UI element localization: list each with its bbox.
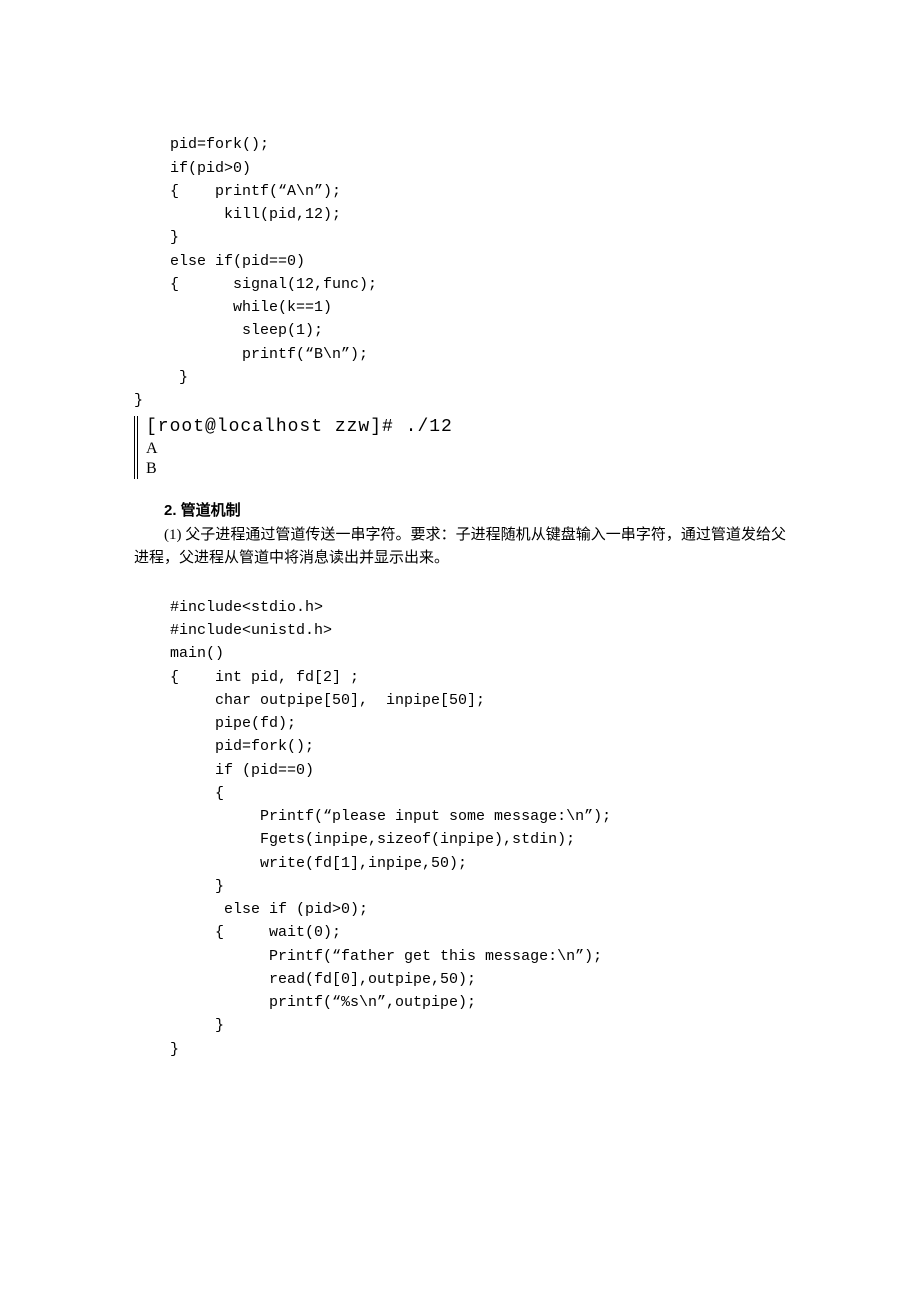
code-line: { printf(“A\n”);	[134, 183, 341, 200]
code-line: kill(pid,12);	[134, 206, 341, 223]
code-line: }	[134, 369, 188, 386]
document-page: pid=fork(); if(pid>0) { printf(“A\n”); k…	[0, 0, 920, 1261]
code-line: }	[134, 1017, 224, 1034]
code-line: else if (pid>0);	[134, 901, 368, 918]
code-block-2: #include<stdio.h> #include<unistd.h> mai…	[134, 573, 786, 1061]
code-line: pid=fork();	[134, 136, 269, 153]
code-line: {	[134, 785, 224, 802]
section-description: (1) 父子进程通过管道传送一串字符。要求：子进程随机从键盘输入一串字符，通过管…	[134, 524, 786, 571]
code-line: }	[134, 878, 224, 895]
terminal-output: [root@localhost zzw]# ./12 A B	[134, 416, 786, 479]
code-line: printf(“%s\n”,outpipe);	[134, 994, 476, 1011]
code-line: if (pid==0)	[134, 762, 314, 779]
terminal-line: B	[146, 459, 786, 479]
terminal-line: A	[146, 439, 786, 459]
code-line: if(pid>0)	[134, 160, 251, 177]
code-line: { signal(12,func);	[134, 276, 377, 293]
code-line: }	[134, 229, 179, 246]
code-line: }	[134, 392, 143, 409]
code-line: main()	[134, 645, 224, 662]
code-line: while(k==1)	[134, 299, 332, 316]
terminal-line: [root@localhost zzw]# ./12	[146, 416, 786, 439]
code-line: }	[134, 1041, 179, 1058]
code-line: Printf(“father get this message:\n”);	[134, 948, 602, 965]
code-line: char outpipe[50], inpipe[50];	[134, 692, 485, 709]
code-line: Fgets(inpipe,sizeof(inpipe),stdin);	[134, 831, 575, 848]
code-line: write(fd[1],inpipe,50);	[134, 855, 467, 872]
section-heading: 2. 管道机制	[134, 499, 786, 522]
code-line: printf(“B\n”);	[134, 346, 368, 363]
code-line: pipe(fd);	[134, 715, 296, 732]
code-line: pid=fork();	[134, 738, 314, 755]
code-line: sleep(1);	[134, 322, 323, 339]
code-line: read(fd[0],outpipe,50);	[134, 971, 476, 988]
code-block-1: pid=fork(); if(pid>0) { printf(“A\n”); k…	[134, 110, 786, 412]
code-line: #include<unistd.h>	[134, 622, 332, 639]
code-line: else if(pid==0)	[134, 253, 305, 270]
code-line: #include<stdio.h>	[134, 599, 323, 616]
code-line: Printf(“please input some message:\n”);	[134, 808, 611, 825]
code-line: { wait(0);	[134, 924, 341, 941]
code-line: { int pid, fd[2] ;	[134, 669, 359, 686]
